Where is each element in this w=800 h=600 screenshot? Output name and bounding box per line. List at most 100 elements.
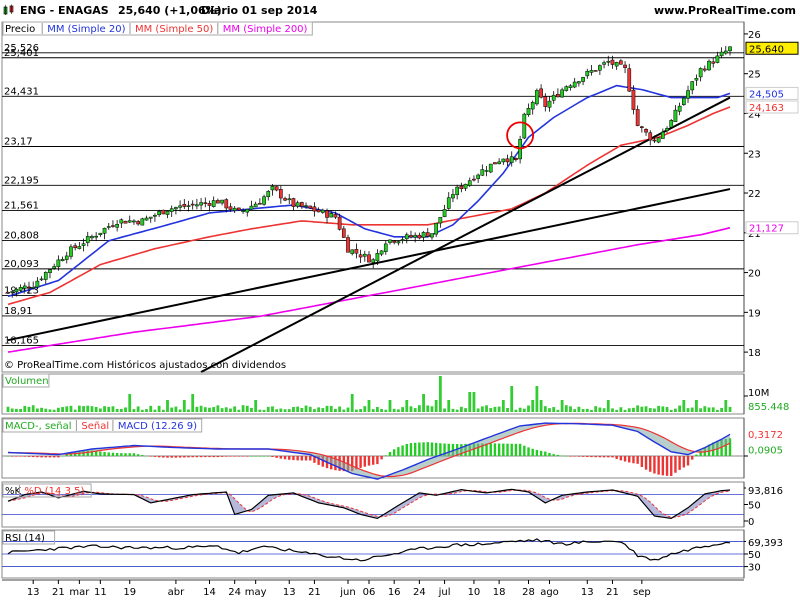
macd-histogram-bar (187, 456, 190, 458)
macd-histogram-bar (212, 456, 215, 458)
volume-bar (145, 409, 148, 412)
volume-bar (56, 407, 60, 412)
volume-bar (10, 408, 14, 412)
candle-body (568, 85, 573, 88)
candle-body (274, 186, 279, 191)
candle-body (14, 288, 19, 293)
x-tick-label: 16 (388, 587, 401, 598)
macd-histogram-bar (695, 454, 698, 456)
macd-histogram-bar (262, 456, 266, 457)
volume-bar (606, 400, 610, 412)
macd-histogram-bar (409, 443, 413, 456)
macd-histogram-bar (649, 456, 652, 472)
candle-body (425, 232, 430, 237)
macd-histogram-bar (279, 456, 283, 459)
volume-bar (153, 409, 157, 412)
candle-body (698, 68, 703, 78)
candle-body (39, 278, 44, 281)
volume-bar (308, 406, 312, 412)
macd-histogram-bar (208, 456, 211, 458)
macd-histogram-bar (283, 456, 287, 460)
candle-body (333, 214, 338, 218)
volume-bar (531, 400, 535, 412)
candle-body (18, 287, 23, 291)
x-tick-label: ago (540, 587, 559, 598)
macd-histogram-bar (367, 456, 371, 466)
volume-bar (451, 408, 455, 412)
volume-bar (455, 409, 459, 412)
candle-body (560, 89, 564, 98)
volume-bar (552, 407, 556, 412)
candle-body (614, 62, 619, 67)
candle-body (224, 199, 229, 209)
macd-histogram-bar (10, 456, 14, 457)
legend-rsi-14-: RSI (14) (5, 533, 45, 544)
volume-bar (522, 408, 526, 412)
volume-bar (375, 407, 379, 412)
macd-histogram-bar (653, 456, 656, 474)
macd-histogram-bar (661, 456, 665, 476)
candle-body (417, 234, 422, 239)
volume-bar (166, 400, 169, 412)
volume-bar (350, 394, 354, 412)
macd-histogram-bar (157, 456, 161, 458)
volume-bar (132, 409, 136, 412)
candle-body (581, 77, 585, 82)
candle-body (665, 128, 669, 131)
macd-histogram-bar (237, 456, 241, 457)
volume-bar (438, 376, 442, 412)
candle-body (530, 102, 535, 110)
candle-body (320, 209, 325, 213)
candle-body (392, 240, 397, 243)
candle-body (383, 243, 388, 252)
candle-body (249, 205, 254, 210)
volume-bar (678, 405, 682, 412)
x-tick-label: 10 (468, 587, 481, 598)
volume-bar (250, 407, 253, 412)
legend-mm-simple-200-: MM (Simple 200) (223, 24, 308, 35)
legend-se-al: Señal (81, 421, 109, 432)
macd-histogram-bar (250, 456, 253, 457)
candle-body (161, 209, 166, 215)
volume-bar (690, 407, 694, 412)
candle-body (526, 108, 531, 116)
macd-histogram-bar (216, 456, 220, 458)
macd-histogram-bar (115, 452, 119, 456)
candle-body (719, 51, 724, 57)
candle-body (400, 239, 405, 241)
candle-body (354, 249, 359, 254)
macd-histogram-bar (502, 443, 505, 456)
volume-bar (585, 408, 589, 412)
volume-bar (31, 405, 35, 412)
macd-histogram-bar (359, 456, 362, 468)
volume-bar (695, 400, 698, 412)
macd-histogram-bar (418, 442, 421, 456)
volume-bar (564, 405, 568, 412)
volume-last-value: 855.448 (748, 402, 789, 413)
volume-bar (262, 409, 266, 412)
x-tick-label: sep (633, 587, 651, 598)
volume-bar (279, 408, 283, 412)
candle-body (60, 259, 65, 262)
candle-body (325, 210, 329, 218)
candle-body (673, 109, 678, 122)
macd-histogram-bar (6, 456, 10, 457)
volume-bar (510, 386, 514, 412)
candle-body (350, 249, 355, 254)
price-y-tick-label: 19 (748, 308, 761, 319)
candle-body (404, 234, 409, 240)
volume-bar (640, 406, 644, 412)
volume-bar (632, 407, 635, 412)
volume-bar (627, 408, 631, 412)
candle-body (438, 217, 443, 224)
hline-label: 20,808 (4, 230, 39, 241)
volume-bar (329, 405, 333, 412)
candle-body (480, 169, 485, 176)
macd-histogram-bar (552, 454, 555, 456)
macd-histogram-bar (246, 456, 249, 457)
macd-histogram-bar (145, 455, 148, 457)
macd-histogram-bar (514, 443, 518, 456)
volume-bar (359, 409, 363, 412)
volume-bar (476, 408, 480, 412)
candle-body (694, 78, 699, 81)
